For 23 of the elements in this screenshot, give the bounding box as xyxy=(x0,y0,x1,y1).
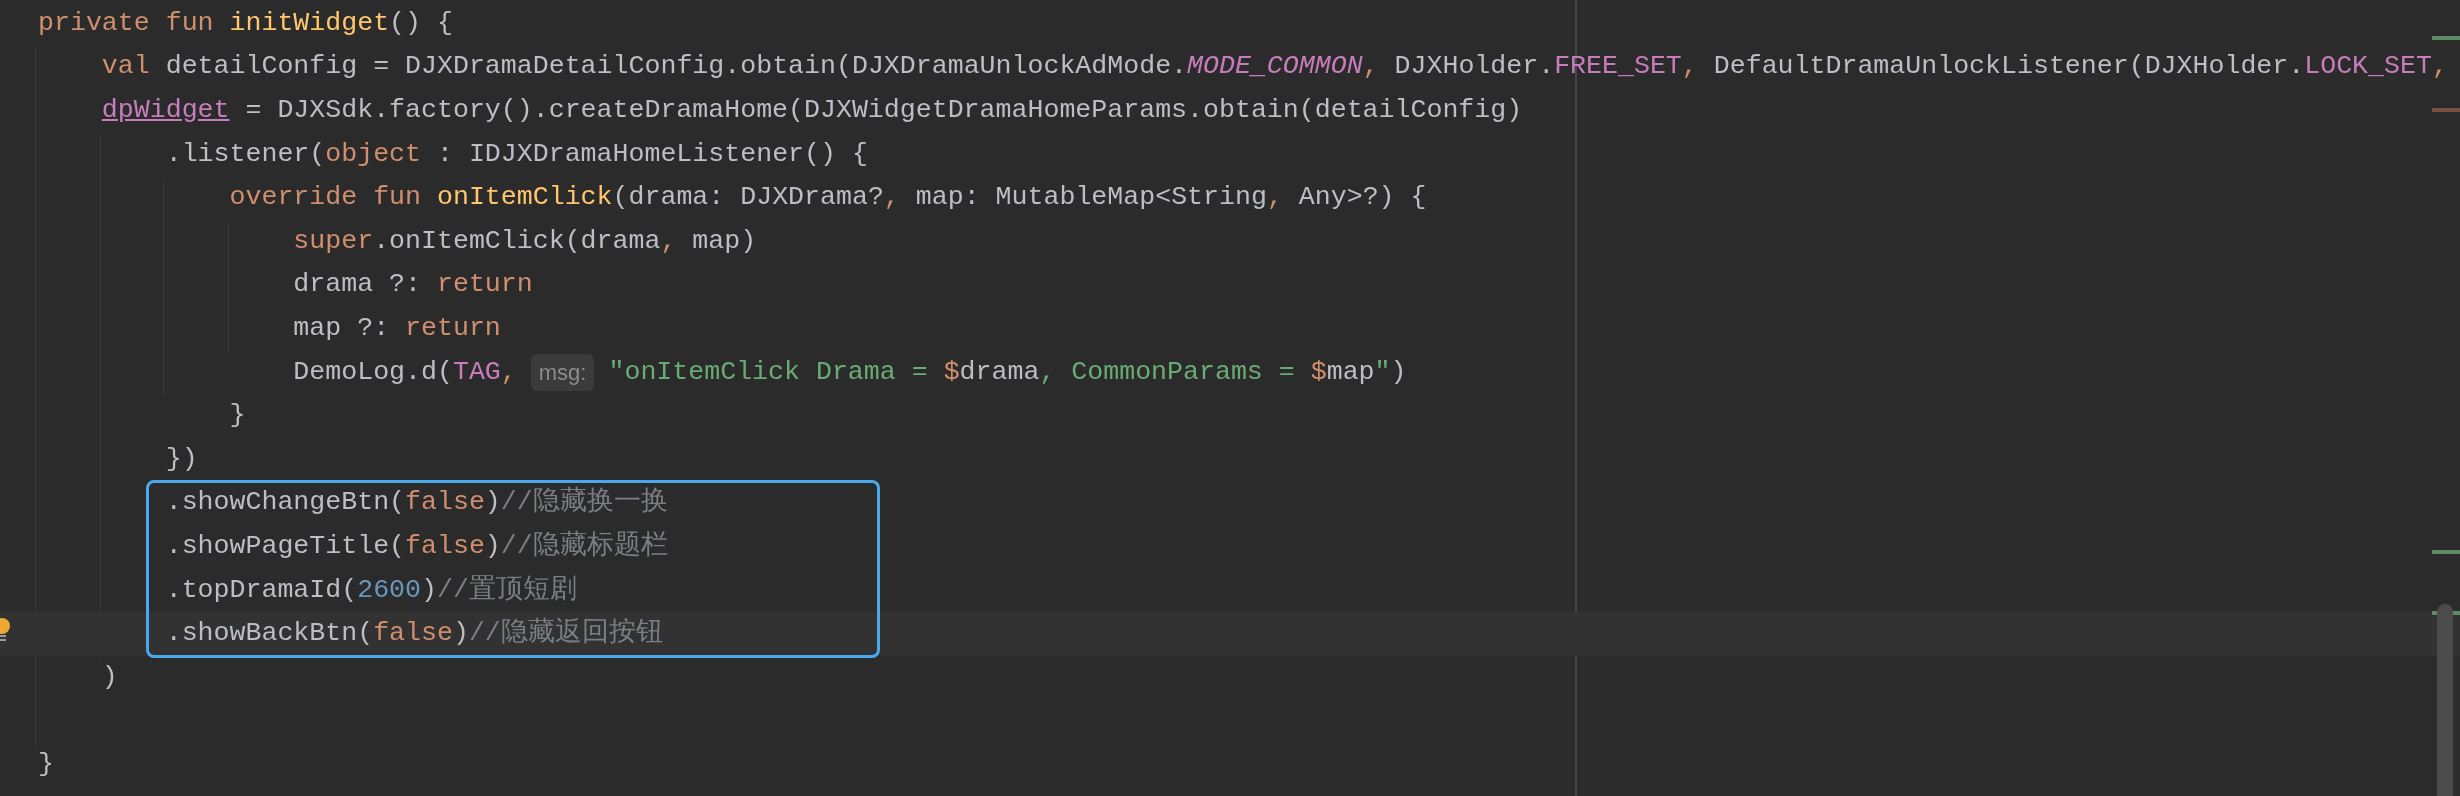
code-text: drama ?: return xyxy=(293,268,533,302)
code-text: } xyxy=(38,747,54,781)
code-text: .topDramaId(2600)//置顶短剧 xyxy=(165,573,577,607)
code-text: private fun initWidget() { xyxy=(38,6,453,40)
code-text: super.onItemClick(drama, map) xyxy=(293,224,757,258)
code-text: }) xyxy=(165,442,198,476)
code-text: override fun onItemClick(drama: DJXDrama?, map: MutableMap<String, Any>?) { xyxy=(229,181,1427,215)
code-text: DemoLog.d(TAG, xyxy=(293,355,517,389)
change-marker xyxy=(2432,108,2460,112)
code-text: map ?: return xyxy=(293,312,501,345)
code-text: } xyxy=(229,399,246,433)
parameter-hint: msg: xyxy=(530,354,595,392)
change-marker xyxy=(2432,36,2460,40)
scrollbar-thumb[interactable] xyxy=(2437,604,2453,796)
code-text: "onItemClick Drama = $drama, CommonParams = $map") xyxy=(608,355,1407,389)
code-text: val detailConfig = DJXDramaDetailConfig.obtain(DJXDramaUnlockAdMode.MODE_COMMON, DJXHolder.FREE_SET, DefaultDramaUnlockListener(DJXHolder.LOCK_SET, xyxy=(101,50,2448,84)
change-marker xyxy=(2432,550,2460,554)
code-text: ) xyxy=(101,660,118,694)
code-text: .showBackBtn(false)//隐藏返回按钮 xyxy=(165,616,663,651)
code-text: .listener(object : IDJXDramaHomeListener() { xyxy=(165,137,868,171)
code-text: dpWidget = DJXSdk.factory().createDramaHome(DJXWidgetDramaHomeParams.obtain(detailConfig) xyxy=(101,94,1523,128)
code-text: .showChangeBtn(false)//隐藏换一换 xyxy=(165,485,668,520)
code-text: .showPageTitle(false)//隐藏标题栏 xyxy=(165,529,668,563)
